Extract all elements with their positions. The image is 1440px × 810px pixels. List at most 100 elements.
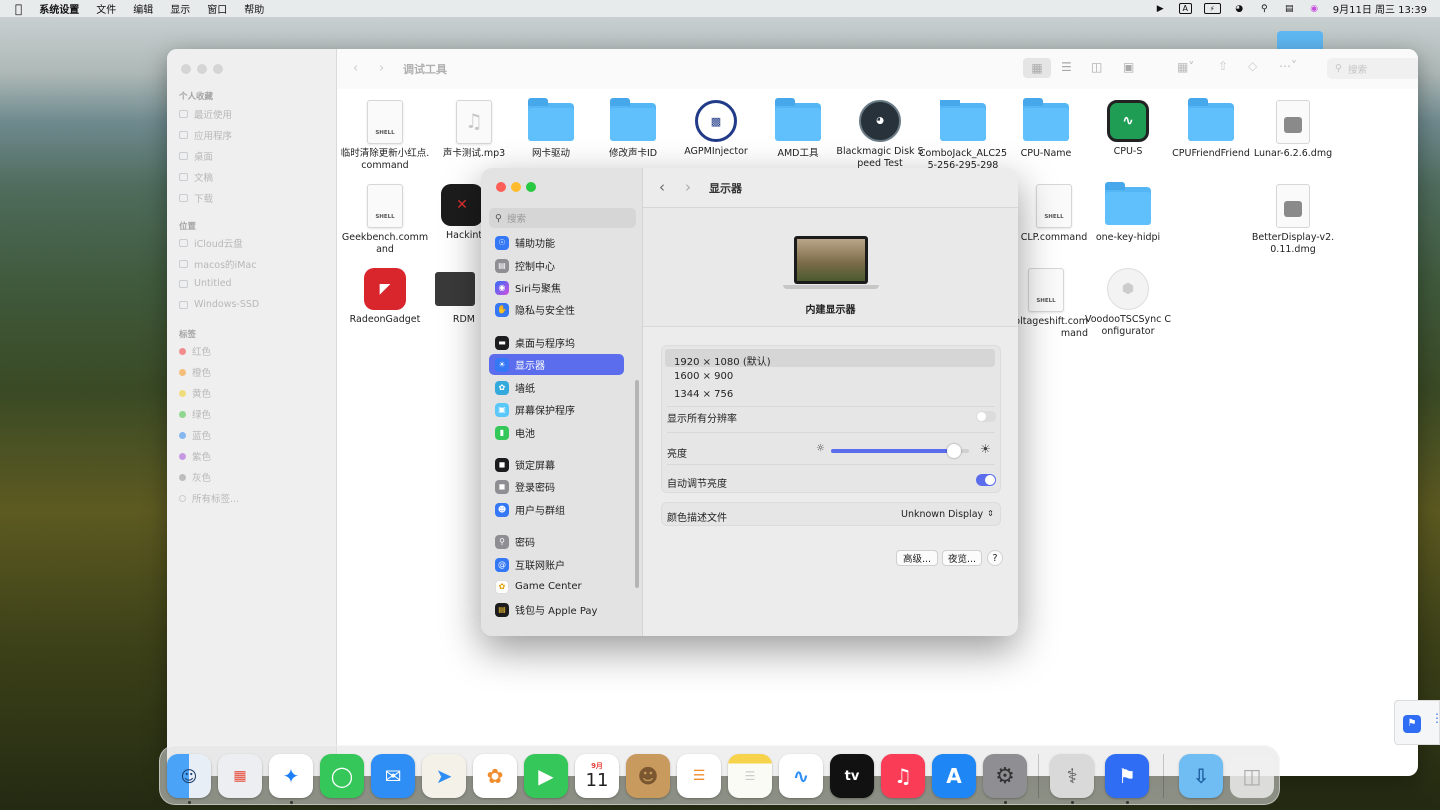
input-source-icon[interactable]: A bbox=[1178, 3, 1192, 14]
settings-search-field[interactable]: ⚲ 搜索 bbox=[489, 208, 636, 228]
tag-all[interactable]: 所有标签... bbox=[179, 491, 239, 505]
safari-icon[interactable]: ✦ bbox=[269, 754, 313, 798]
sidebar-item-desktop[interactable]: 桌面 bbox=[179, 149, 213, 163]
downloads-folder-icon[interactable]: ⇩ bbox=[1179, 754, 1223, 798]
menu-help[interactable]: 帮助 bbox=[244, 1, 264, 16]
file-item[interactable]: SHELL 临时清除更新小红点.command bbox=[340, 100, 430, 172]
menu-view[interactable]: 显示 bbox=[170, 1, 190, 16]
notes-icon[interactable]: ☰ bbox=[728, 754, 772, 798]
side-panel-tab[interactable]: ⚑ ⋮ bbox=[1394, 700, 1440, 745]
folder-item[interactable]: ComboJack_ALC255-256-295-298 bbox=[918, 100, 1008, 172]
group-icon[interactable]: ▦˅ bbox=[1177, 60, 1194, 74]
siri-icon[interactable]: ◉ bbox=[1308, 3, 1321, 14]
facetime-icon[interactable]: ▶ bbox=[524, 754, 568, 798]
file-item[interactable]: Lunar-6.2.6.dmg bbox=[1248, 100, 1338, 160]
more-vertical-icon[interactable]: ⋮ bbox=[1431, 711, 1440, 725]
brightness-slider-knob[interactable] bbox=[946, 444, 961, 458]
launchpad-icon[interactable]: ▦ bbox=[218, 754, 262, 798]
display-preview-icon[interactable] bbox=[794, 236, 868, 284]
sidebar-scrollbar[interactable] bbox=[635, 380, 639, 588]
file-item[interactable]: RDM bbox=[429, 268, 481, 326]
sidebar-item-siri[interactable]: ◉ Siri与聚焦 bbox=[489, 277, 624, 298]
gallery-view-icon[interactable]: ▣ bbox=[1123, 60, 1134, 74]
disk-utility-icon[interactable]: ⚕ bbox=[1050, 754, 1094, 798]
finder-search-field[interactable]: ⚲ 搜索 bbox=[1327, 58, 1418, 79]
menu-window[interactable]: 窗口 bbox=[207, 1, 227, 16]
music-icon[interactable]: ♫ bbox=[881, 754, 925, 798]
contacts-icon[interactable]: ☻ bbox=[626, 754, 670, 798]
sidebar-item-wallpaper[interactable]: ✿ 墙纸 bbox=[489, 377, 624, 398]
battery-icon[interactable]: ⚡ bbox=[1203, 3, 1221, 14]
reminders-icon[interactable]: ☰ bbox=[677, 754, 721, 798]
folder-item[interactable]: 网卡驱动 bbox=[506, 98, 596, 160]
spotlight-icon[interactable]: ⚲ bbox=[1258, 3, 1271, 14]
sidebar-item-privacy[interactable]: ✋ 隐私与安全性 bbox=[489, 299, 624, 320]
sidebar-item-untitled[interactable]: Untitled bbox=[179, 278, 232, 289]
minimize-button[interactable] bbox=[511, 182, 521, 192]
folder-item[interactable]: CPUFriendFriend bbox=[1166, 98, 1256, 160]
column-view-icon[interactable]: ◫ bbox=[1091, 60, 1102, 74]
freeform-icon[interactable]: ∿ bbox=[779, 754, 823, 798]
tag-blue[interactable]: 蓝色 bbox=[179, 428, 211, 442]
sidebar-item-control-center[interactable]: ▤ 控制中心 bbox=[489, 255, 624, 276]
sidebar-item-imac[interactable]: macos的iMac bbox=[179, 257, 256, 271]
folder-item[interactable]: 修改声卡ID bbox=[588, 98, 678, 160]
tag-icon[interactable]: ◇ bbox=[1248, 59, 1257, 73]
trash-icon[interactable]: ◫ bbox=[1230, 754, 1274, 798]
forward-icon[interactable]: › bbox=[379, 61, 384, 76]
show-all-toggle[interactable] bbox=[976, 411, 996, 422]
apple-tv-icon[interactable]: tv bbox=[830, 754, 874, 798]
sidebar-item-game-center[interactable]: ✿ Game Center bbox=[489, 576, 624, 597]
sidebar-item-accessibility[interactable]: ☉ 辅助功能 bbox=[489, 232, 624, 253]
sidebar-item-battery[interactable]: ▮ 电池 bbox=[489, 422, 624, 443]
sidebar-item-applications[interactable]: 应用程序 bbox=[179, 128, 232, 142]
more-icon[interactable]: ⋯˅ bbox=[1279, 59, 1297, 73]
folder-item[interactable]: one-key-hidpi bbox=[1083, 182, 1173, 244]
maps-icon[interactable]: ➤ bbox=[422, 754, 466, 798]
auto-brightness-toggle[interactable] bbox=[976, 474, 996, 486]
flag-app-icon[interactable]: ⚑ bbox=[1105, 754, 1149, 798]
sidebar-item-recents[interactable]: 最近使用 bbox=[179, 107, 232, 121]
night-shift-button[interactable]: 夜览... bbox=[942, 550, 982, 566]
sidebar-item-users[interactable]: ☻ 用户与群组 bbox=[489, 499, 624, 520]
photos-icon[interactable]: ✿ bbox=[473, 754, 517, 798]
sidebar-item-displays[interactable]: ☀ 显示器 bbox=[489, 354, 624, 375]
sidebar-item-documents[interactable]: 文稿 bbox=[179, 170, 213, 184]
minimize-button[interactable] bbox=[197, 64, 207, 74]
tag-purple[interactable]: 紫色 bbox=[179, 449, 211, 463]
sidebar-item-desktop-dock[interactable]: ▬ 桌面与程序坞 bbox=[489, 332, 624, 353]
app-store-icon[interactable]: A bbox=[932, 754, 976, 798]
close-button[interactable] bbox=[181, 64, 191, 74]
desktop-folder-icon[interactable] bbox=[1277, 31, 1323, 49]
wifi-icon[interactable]: ◕ bbox=[1233, 3, 1246, 14]
messages-icon[interactable]: ◯ bbox=[320, 754, 364, 798]
back-icon[interactable]: ‹ bbox=[353, 61, 358, 76]
finder-icon[interactable]: ☺ bbox=[167, 754, 211, 798]
control-center-icon[interactable]: ▤ bbox=[1283, 3, 1296, 14]
sidebar-item-lock-screen[interactable]: ◼ 锁定屏幕 bbox=[489, 454, 624, 475]
tag-orange[interactable]: 橙色 bbox=[179, 365, 211, 379]
tag-green[interactable]: 绿色 bbox=[179, 407, 211, 421]
folder-item[interactable]: AMD工具 bbox=[753, 98, 843, 160]
resolution-option[interactable]: 1600 × 900 bbox=[674, 371, 1002, 382]
advanced-button[interactable]: 高级... bbox=[896, 550, 938, 566]
list-view-icon[interactable]: ☰ bbox=[1061, 60, 1072, 74]
system-settings-icon[interactable]: ⚙ bbox=[983, 754, 1027, 798]
sidebar-item-screensaver[interactable]: ▣ 屏幕保护程序 bbox=[489, 399, 624, 420]
file-item[interactable]: SHELL CLP.command bbox=[1018, 184, 1090, 244]
sidebar-item-icloud[interactable]: iCloud云盘 bbox=[179, 236, 243, 250]
menubar-clock[interactable]: 9月11日 周三 13:39 bbox=[1333, 1, 1427, 16]
folder-item[interactable]: CPU-Name bbox=[1001, 98, 1091, 160]
tag-gray[interactable]: 灰色 bbox=[179, 470, 211, 484]
sidebar-item-login-password[interactable]: ◼ 登录密码 bbox=[489, 476, 624, 497]
zoom-button[interactable] bbox=[526, 182, 536, 192]
mail-icon[interactable]: ✉ bbox=[371, 754, 415, 798]
cast-icon[interactable]: ▶ bbox=[1154, 3, 1167, 14]
file-item[interactable]: SHELL Geekbench.command bbox=[340, 184, 430, 256]
resolution-option[interactable]: 1344 × 756 bbox=[674, 389, 1002, 400]
file-item[interactable]: ⬢ VoodooTSCSync Configurator bbox=[1083, 268, 1173, 338]
tag-yellow[interactable]: 黄色 bbox=[179, 386, 211, 400]
apple-icon[interactable]:  bbox=[15, 2, 22, 16]
sidebar-item-passwords[interactable]: ⚲ 密码 bbox=[489, 531, 624, 552]
sidebar-item-wallet[interactable]: ▤ 钱包与 Apple Pay bbox=[489, 599, 624, 620]
